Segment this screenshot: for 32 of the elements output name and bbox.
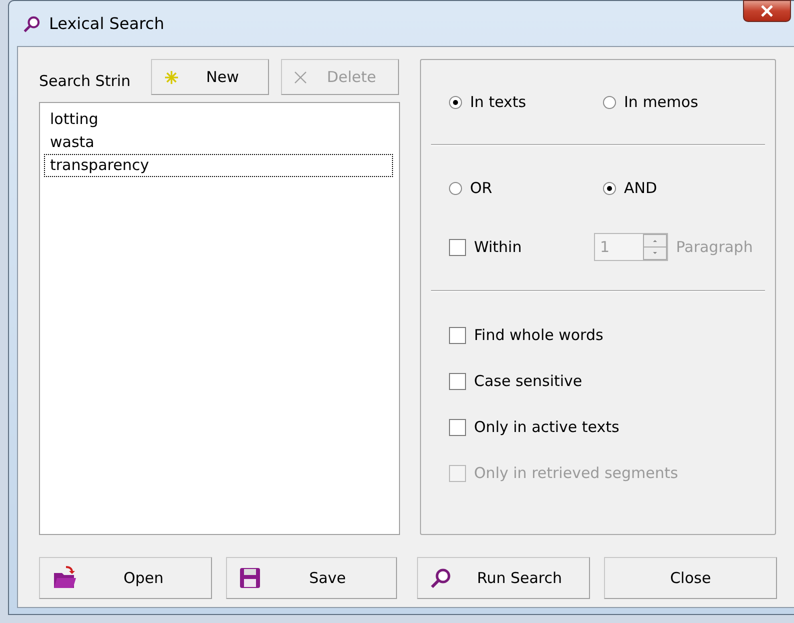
radio-option[interactable]: AND <box>603 179 658 197</box>
radio-button[interactable] <box>603 96 616 108</box>
checkbox[interactable] <box>449 418 466 436</box>
delete-icon <box>294 70 307 84</box>
list-item[interactable]: lotting <box>44 108 393 131</box>
paragraphs-label: Paragraph <box>676 238 753 256</box>
close-button[interactable]: Close <box>604 557 777 599</box>
list-item[interactable]: wasta <box>44 131 393 154</box>
search-icon <box>23 14 41 32</box>
search-string-label: Search Strin <box>39 72 132 90</box>
sparkle-icon <box>164 70 179 84</box>
run-search-button[interactable]: Run Search <box>417 557 590 599</box>
close-button[interactable] <box>743 0 791 22</box>
close-icon <box>760 5 774 17</box>
folder-icon <box>52 566 78 590</box>
radio-button[interactable] <box>603 182 616 194</box>
checkbox[interactable] <box>449 372 466 390</box>
checkbox[interactable] <box>449 326 466 344</box>
radio-option[interactable]: OR <box>449 179 492 197</box>
open-button[interactable]: Open <box>39 557 212 599</box>
checkbox-option[interactable]: Find whole words <box>449 326 604 344</box>
radio-option[interactable]: In memos <box>603 93 698 111</box>
radio-button[interactable] <box>449 182 462 194</box>
radio-option[interactable]: In texts <box>449 93 526 111</box>
checkbox-option[interactable]: Case sensitive <box>449 372 582 390</box>
list-item[interactable]: transparency <box>44 154 393 177</box>
save-button[interactable]: Save <box>226 557 397 599</box>
radio-button[interactable] <box>449 96 462 108</box>
checkbox-option[interactable]: Only in active texts <box>449 418 620 436</box>
search-icon <box>430 567 452 589</box>
new-button[interactable]: New <box>151 59 269 95</box>
window-title: Lexical Search <box>49 14 164 33</box>
